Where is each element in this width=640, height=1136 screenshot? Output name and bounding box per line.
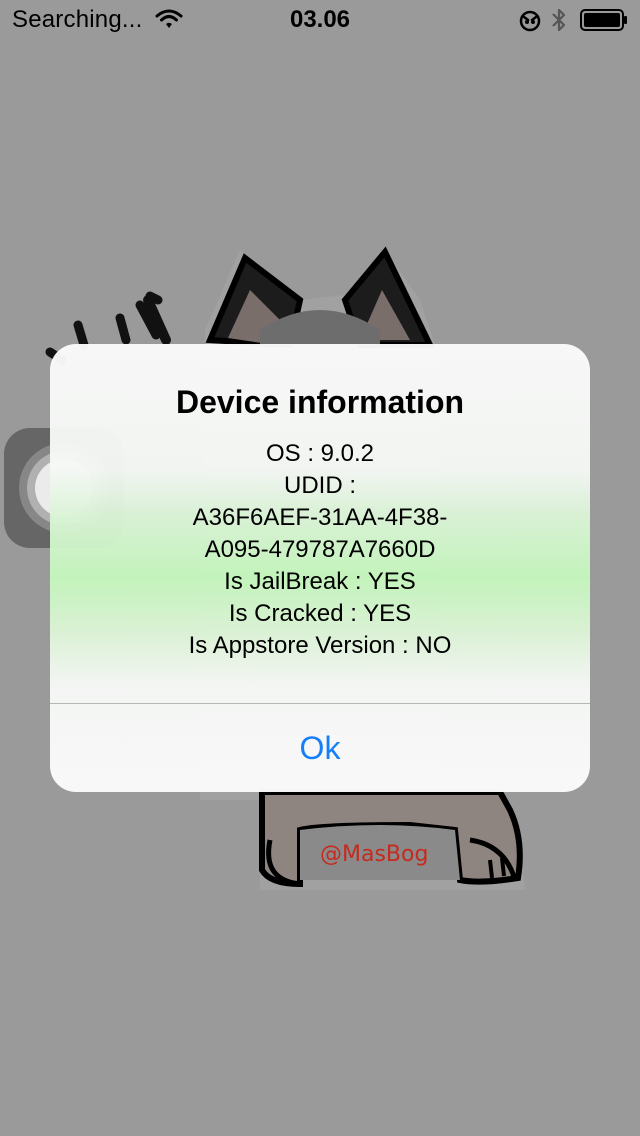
ok-button[interactable]: Ok bbox=[50, 704, 590, 792]
alert-line-os: OS : 9.0.2 bbox=[265, 440, 375, 467]
device-information-alert: Device information OS : 9.0.2 UDID : A36… bbox=[50, 344, 590, 792]
alert-line-udid-part1: A36F6AEF-31AA-4F38- bbox=[192, 504, 448, 531]
battery-icon bbox=[580, 9, 627, 31]
status-bar: Searching... 03.06 bbox=[0, 0, 640, 40]
alarm-icon bbox=[519, 10, 541, 32]
sticker-credit: @MasBog bbox=[320, 842, 429, 867]
alert-line-cracked: Is Cracked : YES bbox=[228, 600, 412, 627]
bluetooth-icon bbox=[552, 8, 566, 32]
alert-message: OS : 9.0.2 UDID : A36F6AEF-31AA-4F38- A0… bbox=[50, 438, 590, 662]
alert-line-udid-label: UDID : bbox=[284, 472, 356, 499]
alert-line-udid-part2: A095-479787A7660D bbox=[204, 536, 436, 563]
clock: 03.06 bbox=[289, 6, 351, 33]
alert-line-appstore: Is Appstore Version : NO bbox=[188, 632, 452, 659]
alert-line-jailbreak: Is JailBreak : YES bbox=[224, 568, 416, 595]
alert-title: Device information bbox=[175, 384, 465, 420]
